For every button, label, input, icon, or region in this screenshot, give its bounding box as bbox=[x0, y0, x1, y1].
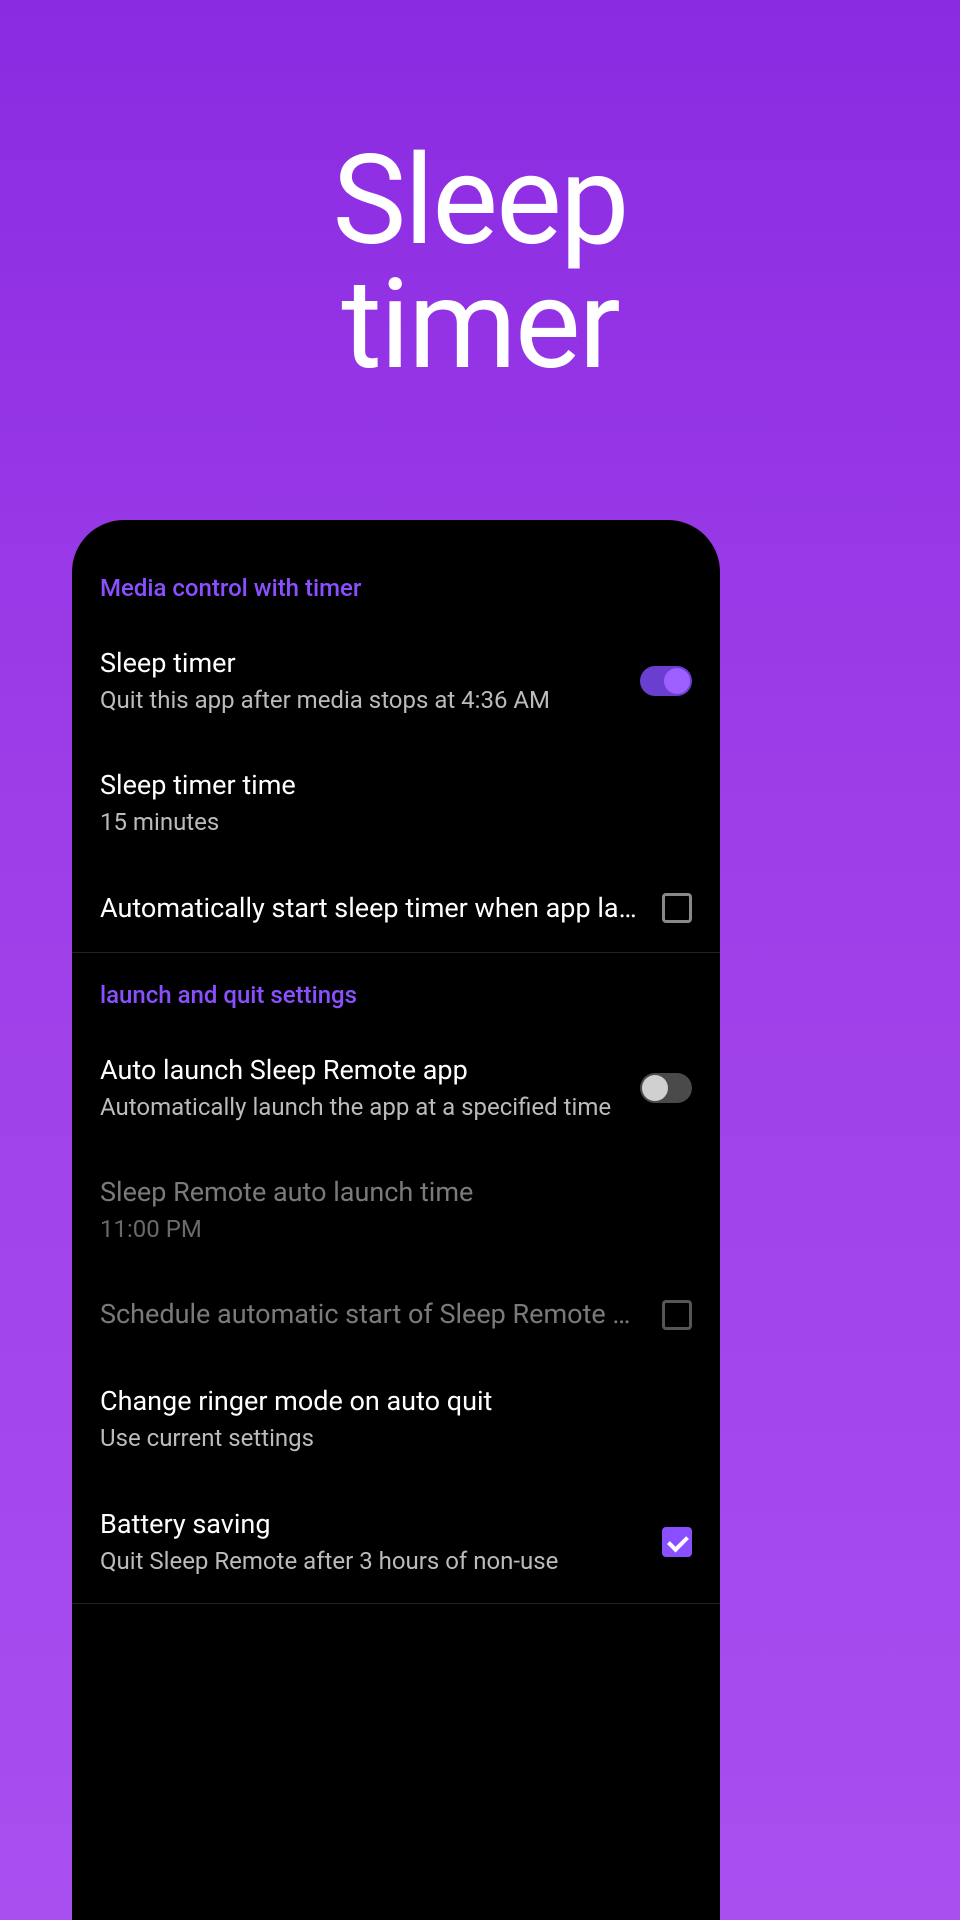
row-text: Sleep timer time 15 minutes bbox=[100, 768, 692, 838]
toggle-knob bbox=[664, 668, 690, 694]
auto-launch-toggle[interactable] bbox=[640, 1073, 692, 1103]
battery-checkbox[interactable] bbox=[662, 1527, 692, 1557]
row-text: Auto launch Sleep Remote app Automatical… bbox=[100, 1053, 640, 1123]
section-media-control: Media control with timer Sleep timer Qui… bbox=[72, 564, 720, 953]
row-text: Change ringer mode on auto quit Use curr… bbox=[100, 1384, 692, 1454]
sleep-timer-time-subtitle: 15 minutes bbox=[100, 807, 672, 838]
hero-line-2: timer bbox=[0, 264, 960, 388]
ringer-subtitle: Use current settings bbox=[100, 1423, 672, 1454]
phone-frame: Media control with timer Sleep timer Qui… bbox=[72, 520, 720, 1920]
sleep-timer-title: Sleep timer bbox=[100, 646, 620, 681]
row-text: Sleep timer Quit this app after media st… bbox=[100, 646, 640, 716]
row-auto-launch[interactable]: Auto launch Sleep Remote app Automatical… bbox=[72, 1027, 720, 1149]
auto-launch-time-title: Sleep Remote auto launch time bbox=[100, 1175, 672, 1210]
auto-start-checkbox[interactable] bbox=[662, 893, 692, 923]
hero-line-1: Sleep bbox=[0, 140, 960, 264]
section-launch-quit: launch and quit settings Auto launch Sle… bbox=[72, 953, 720, 1604]
section-header-media: Media control with timer bbox=[72, 564, 720, 620]
sleep-timer-toggle[interactable] bbox=[640, 666, 692, 696]
auto-launch-time-subtitle: 11:00 PM bbox=[100, 1214, 672, 1245]
row-auto-start[interactable]: Automatically start sleep timer when app… bbox=[72, 865, 720, 952]
ringer-title: Change ringer mode on auto quit bbox=[100, 1384, 672, 1419]
row-sleep-timer-time[interactable]: Sleep timer time 15 minutes bbox=[72, 742, 720, 864]
row-text: Automatically start sleep timer when app… bbox=[100, 891, 662, 926]
row-text: Schedule automatic start of Sleep Remote… bbox=[100, 1297, 662, 1332]
auto-start-title: Automatically start sleep timer when app… bbox=[100, 891, 642, 926]
row-ringer[interactable]: Change ringer mode on auto quit Use curr… bbox=[72, 1358, 720, 1480]
row-auto-launch-time: Sleep Remote auto launch time 11:00 PM bbox=[72, 1149, 720, 1271]
schedule-checkbox bbox=[662, 1300, 692, 1330]
sleep-timer-time-title: Sleep timer time bbox=[100, 768, 672, 803]
row-battery[interactable]: Battery saving Quit Sleep Remote after 3… bbox=[72, 1481, 720, 1603]
auto-launch-title: Auto launch Sleep Remote app bbox=[100, 1053, 620, 1088]
row-sleep-timer[interactable]: Sleep timer Quit this app after media st… bbox=[72, 620, 720, 742]
hero-title: Sleep timer bbox=[0, 0, 960, 388]
auto-launch-subtitle: Automatically launch the app at a specif… bbox=[100, 1092, 620, 1123]
toggle-knob bbox=[642, 1075, 668, 1101]
row-schedule: Schedule automatic start of Sleep Remote… bbox=[72, 1271, 720, 1358]
section-header-launch: launch and quit settings bbox=[72, 953, 720, 1027]
battery-title: Battery saving bbox=[100, 1507, 642, 1542]
row-text: Battery saving Quit Sleep Remote after 3… bbox=[100, 1507, 662, 1577]
row-text: Sleep Remote auto launch time 11:00 PM bbox=[100, 1175, 692, 1245]
sleep-timer-subtitle: Quit this app after media stops at 4:36 … bbox=[100, 685, 620, 716]
battery-subtitle: Quit Sleep Remote after 3 hours of non-u… bbox=[100, 1546, 642, 1577]
schedule-title: Schedule automatic start of Sleep Remote… bbox=[100, 1297, 642, 1332]
